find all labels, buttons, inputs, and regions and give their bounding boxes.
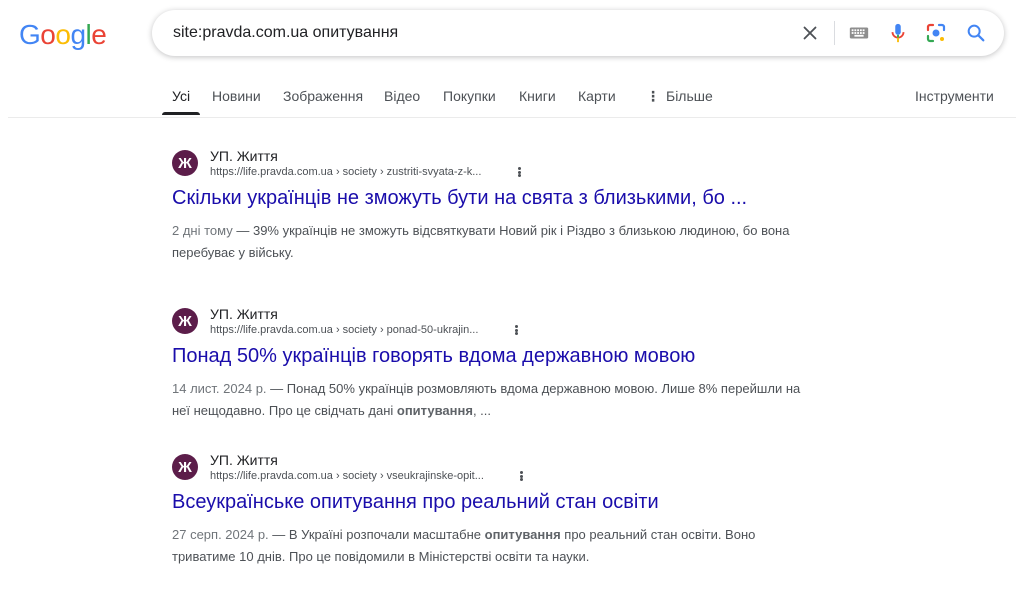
search-results-page: Google site:pravda.com.ua опитування Усі… [0,0,1024,594]
search-icon[interactable] [964,21,988,45]
result-date: 14 лист. 2024 р. [172,381,267,396]
tab-tools[interactable]: Інструменти [915,88,994,104]
tab-video[interactable]: Відео [384,88,420,104]
result-site-name[interactable]: УП. Життя [210,148,278,164]
result-url[interactable]: https://life.pravda.com.ua › society › p… [210,324,478,337]
more-options-icon[interactable] [512,323,520,337]
result-snippet: 14 лист. 2024 р. — Понад 50% українців р… [172,378,812,422]
site-favicon[interactable]: Ж [172,150,198,176]
more-options-icon[interactable] [515,165,523,179]
logo-letter: o [55,19,71,50]
logo-letter: o [40,19,56,50]
result-site-name[interactable]: УП. Життя [210,452,278,468]
result-title-link[interactable]: Всеукраїнське опитування про реальний ст… [172,490,659,514]
keyboard-icon[interactable] [847,21,871,45]
tab-maps[interactable]: Карти [578,88,616,104]
favicon-letter: Ж [178,458,192,476]
more-options-icon[interactable] [517,469,525,483]
snippet-text: , ... [472,403,491,418]
search-bar-divider [834,21,835,45]
snippet-text: — В Україні розпочали масштабне [268,527,485,542]
tab-more-label: Більше [666,88,713,104]
site-favicon[interactable]: Ж [172,308,198,334]
search-bar: site:pravda.com.ua опитування [152,10,1004,56]
lens-icon[interactable] [924,21,948,45]
close-icon[interactable] [798,21,822,45]
logo-letter: e [91,19,107,50]
tab-shopping[interactable]: Покупки [443,88,496,104]
tab-all[interactable]: Усі [172,88,190,104]
logo-letter: g [70,19,86,50]
favicon-letter: Ж [178,154,192,172]
site-favicon[interactable]: Ж [172,454,198,480]
result-snippet: 27 серп. 2024 р. — В Україні розпочали м… [172,524,812,568]
snippet-highlight: опитування [484,527,561,542]
search-tabs: Усі Новини Зображення Відео Покупки Книг… [0,84,1024,118]
snippet-highlight: опитування [396,403,473,418]
result-title-link[interactable]: Понад 50% українців говорять вдома держа… [172,344,695,368]
active-tab-indicator [162,112,200,115]
result-date: 27 серп. 2024 р. [172,527,269,542]
tabs-divider [8,117,1016,118]
result-title-link[interactable]: Скільки українців не зможуть бути на свя… [172,186,747,210]
result-url[interactable]: https://life.pravda.com.ua › society › v… [210,470,484,483]
tab-news[interactable]: Новини [212,88,261,104]
more-vert-icon: ⋮ [646,88,660,104]
logo-letter: G [19,19,41,50]
result-snippet: 2 дні тому — 39% українців не зможуть ві… [172,220,812,264]
google-logo[interactable]: Google [19,19,107,50]
search-input[interactable]: site:pravda.com.ua опитування [173,24,398,42]
snippet-text: — 39% українців не зможуть відсвяткувати… [172,223,790,260]
result-site-name[interactable]: УП. Життя [210,306,278,322]
result-url[interactable]: https://life.pravda.com.ua › society › z… [210,166,481,179]
favicon-letter: Ж [178,312,192,330]
mic-icon[interactable] [886,21,910,45]
result-date: 2 дні тому [172,223,233,238]
tab-more[interactable]: ⋮ Більше [646,88,713,104]
tab-books[interactable]: Книги [519,88,556,104]
tab-images[interactable]: Зображення [283,88,363,104]
